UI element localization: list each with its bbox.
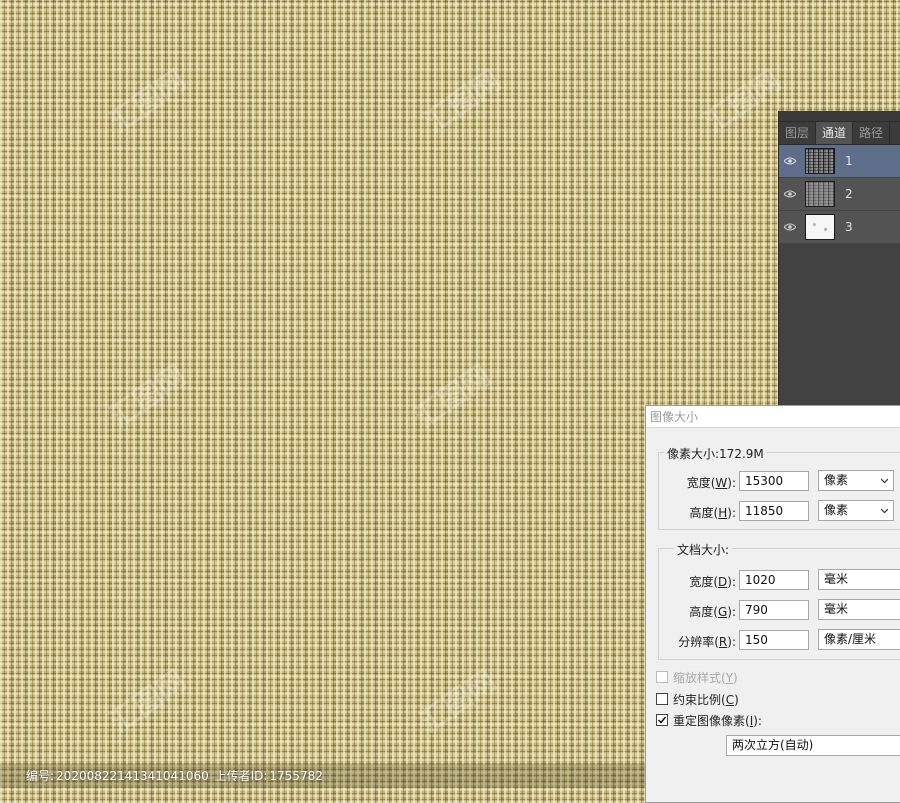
pixel-height-label: 高度(H): bbox=[689, 506, 736, 520]
pixel-width-unit-select[interactable]: 像素 bbox=[818, 470, 894, 491]
tab-paths[interactable]: 路径 bbox=[853, 122, 891, 144]
channels-panel: 图层 通道 路径 1 2 3 bbox=[778, 111, 900, 414]
eye-icon[interactable] bbox=[779, 190, 801, 198]
dialog-title: 图像大小 bbox=[646, 406, 900, 428]
doc-height-label: 高度(G): bbox=[689, 605, 736, 619]
doc-height-unit-select[interactable]: 毫米 bbox=[818, 599, 900, 620]
chevron-down-icon bbox=[881, 508, 888, 514]
channel-name: 3 bbox=[845, 220, 853, 234]
pixel-width-input[interactable] bbox=[739, 471, 809, 491]
channel-name: 1 bbox=[845, 154, 853, 168]
channel-thumbnail bbox=[805, 214, 835, 240]
uploader-label: 上传者ID: bbox=[214, 769, 268, 783]
panel-header-strip[interactable] bbox=[779, 111, 900, 122]
eye-icon[interactable] bbox=[779, 223, 801, 231]
channel-thumbnail bbox=[805, 148, 835, 174]
chevron-down-icon bbox=[881, 478, 888, 484]
channel-name: 2 bbox=[845, 187, 853, 201]
tab-layers[interactable]: 图层 bbox=[779, 122, 817, 144]
pixel-width-label: 宽度(W): bbox=[686, 476, 736, 490]
channel-thumbnail bbox=[805, 181, 835, 207]
image-info-bar: 编号: 20200822141341041060 上传者ID: 1755782 bbox=[0, 764, 645, 788]
resolution-input[interactable] bbox=[739, 630, 809, 650]
doc-height-input[interactable] bbox=[739, 600, 809, 620]
constrain-proportions-checkbox[interactable] bbox=[656, 693, 668, 705]
image-size-dialog: 图像大小 像素大小:172.9M 宽度(W): 像素 高度(H): 像素 文档大… bbox=[645, 405, 900, 803]
uploader-value: 1755782 bbox=[269, 769, 323, 783]
channel-row-3[interactable]: 3 bbox=[779, 211, 900, 244]
pixel-height-input[interactable] bbox=[739, 501, 809, 521]
resolution-unit-select[interactable]: 像素/厘米 bbox=[818, 629, 900, 650]
tab-channels[interactable]: 通道 bbox=[816, 122, 854, 144]
resolution-label: 分辨率(R): bbox=[678, 635, 736, 649]
scale-styles-checkbox[interactable] bbox=[656, 671, 668, 683]
panel-tabs: 图层 通道 路径 bbox=[779, 122, 900, 145]
eye-icon[interactable] bbox=[779, 157, 801, 165]
pixel-height-unit-select[interactable]: 像素 bbox=[818, 500, 894, 521]
scale-styles-label: 缩放样式(Y) bbox=[673, 671, 738, 685]
channel-row-2[interactable]: 2 bbox=[779, 178, 900, 211]
constrain-proportions-label: 约束比例(C) bbox=[673, 693, 739, 707]
channel-row-1[interactable]: 1 bbox=[779, 145, 900, 178]
doc-width-label: 宽度(D): bbox=[689, 575, 736, 589]
resample-image-checkbox[interactable] bbox=[656, 714, 668, 726]
doc-width-unit-select[interactable]: 毫米 bbox=[818, 569, 900, 590]
pixel-dimensions-legend: 像素大小:172.9M bbox=[664, 445, 767, 462]
id-label: 编号: bbox=[26, 769, 55, 783]
doc-width-input[interactable] bbox=[739, 570, 809, 590]
document-size-legend: 文档大小: bbox=[674, 541, 733, 558]
resample-image-label: 重定图像像素(I): bbox=[673, 714, 762, 728]
panel-empty-area bbox=[779, 244, 900, 414]
id-value: 20200822141341041060 bbox=[56, 769, 209, 783]
checkmark-icon bbox=[657, 716, 667, 724]
resample-method-select[interactable]: 两次立方(自动) bbox=[726, 735, 900, 756]
